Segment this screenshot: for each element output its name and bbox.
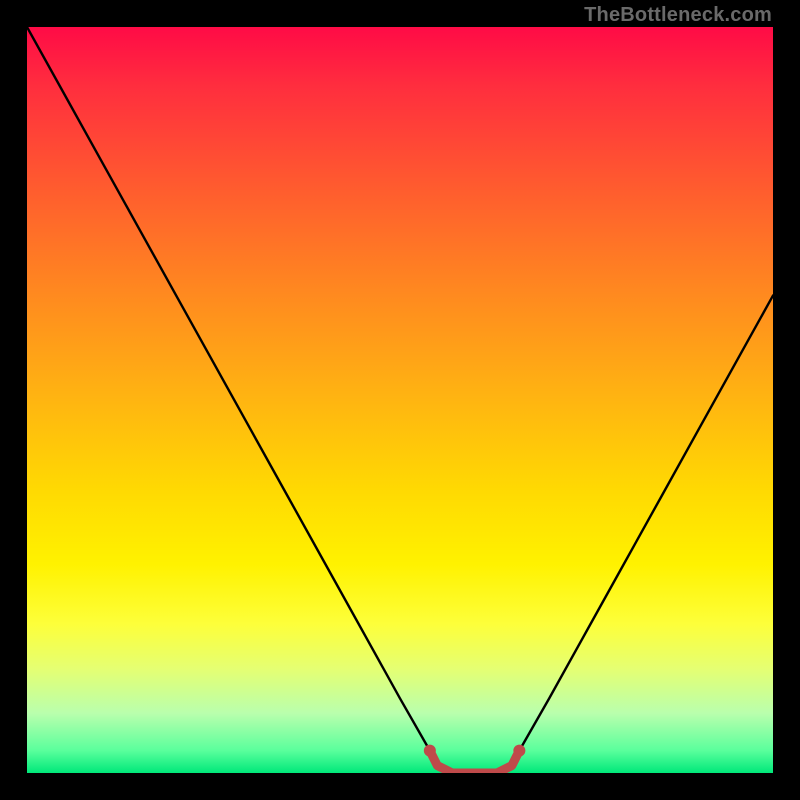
watermark-text: TheBottleneck.com bbox=[584, 4, 772, 27]
chart-plot-area bbox=[27, 27, 773, 773]
chart-svg bbox=[27, 27, 773, 773]
flat-highlight-endpoints bbox=[424, 745, 526, 757]
bottleneck-curve bbox=[27, 27, 773, 773]
highlight-endpoint-dot bbox=[513, 745, 525, 757]
flat-highlight-segment bbox=[430, 751, 520, 773]
highlight-endpoint-dot bbox=[424, 745, 436, 757]
